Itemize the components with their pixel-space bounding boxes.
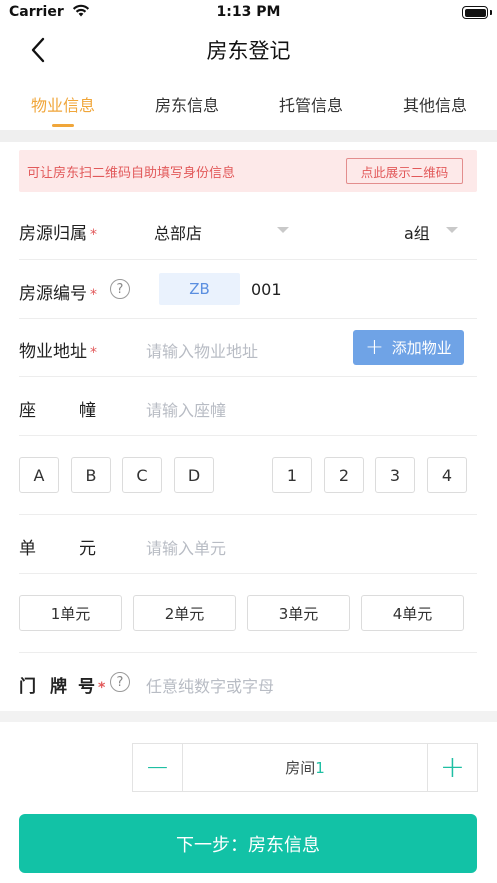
tab-custody-info[interactable]: 托管信息 [275,92,347,116]
row-divider [19,573,477,574]
store-dropdown-caret-icon[interactable] [277,227,289,233]
address-input[interactable]: 请输入物业地址 [146,338,258,362]
unit-input[interactable]: 请输入单元 [146,535,226,559]
source-code-label: 房源编号 * [19,284,97,304]
show-qr-button[interactable]: 点此展示二维码 [346,158,463,184]
group-dropdown-caret-icon[interactable] [446,227,458,233]
unit-chip-4[interactable]: 4单元 [361,595,464,631]
building-chip-4[interactable]: 4 [427,457,467,493]
tab-landlord-info[interactable]: 房东信息 [151,92,223,116]
door-label-part1: 门 [19,677,36,697]
code-prefix-badge: ZB [159,273,240,305]
plus-button[interactable]: + [428,744,477,791]
row-divider [19,514,477,515]
building-chip-2[interactable]: 2 [324,457,364,493]
row-divider [19,318,477,319]
unit-chip-1[interactable]: 1单元 [19,595,122,631]
row-divider [19,652,477,653]
add-property-label: 添加物业 [391,339,452,357]
door-label-part2: 牌 [50,677,67,697]
source-code-input[interactable]: 001 [251,280,282,299]
door-label-part3: 号 * [78,677,106,697]
store-select[interactable]: 总部店 [154,220,202,244]
group-select[interactable]: a组 [404,220,430,244]
tab-property-info[interactable]: 物业信息 [27,92,99,116]
unit-label-part2: 元 [79,539,96,559]
status-time: 1:13 PM [216,4,281,20]
help-icon[interactable]: ? [110,279,130,299]
building-chip-a[interactable]: A [19,457,59,493]
address-label: 物业地址 * [19,342,97,362]
building-label-part2: 幢 [79,401,96,421]
room-count: 1 [315,758,325,777]
unit-chip-2[interactable]: 2单元 [133,595,236,631]
add-property-button[interactable]: + 添加物业 [353,330,464,365]
room-label: 房间 [285,759,316,777]
building-chip-d[interactable]: D [174,457,214,493]
building-chip-b[interactable]: B [71,457,111,493]
help-icon[interactable]: ? [110,672,130,692]
building-chip-1[interactable]: 1 [272,457,312,493]
building-input[interactable]: 请输入座幢 [146,397,226,421]
building-chip-3[interactable]: 3 [375,457,415,493]
section-divider [0,130,497,142]
row-divider [19,259,477,260]
unit-label-part1: 单 [19,539,36,559]
qr-notice-text: 可让房东扫二维码自助填写身份信息 [27,166,236,181]
battery-cap [490,10,492,15]
section-divider [0,711,497,722]
row-divider [19,435,477,436]
room-stepper: − 房间 1 + [132,743,478,792]
page-title: 房东登记 [206,39,291,63]
plus-icon: + [365,334,384,360]
room-count-display: 房间 1 [182,744,428,791]
minus-button[interactable]: − [133,744,182,791]
next-step-button[interactable]: 下一步：房东信息 [19,814,477,873]
row-divider [19,376,477,377]
tab-other-info[interactable]: 其他信息 [399,92,471,116]
battery-icon [462,6,488,19]
unit-chip-3[interactable]: 3单元 [247,595,350,631]
active-tab-indicator [52,124,74,127]
door-number-input[interactable]: 任意纯数字或字母 [146,673,274,697]
building-label-part1: 座 [19,401,36,421]
source-owner-label: 房源归属 * [19,224,97,244]
building-chip-c[interactable]: C [122,457,162,493]
